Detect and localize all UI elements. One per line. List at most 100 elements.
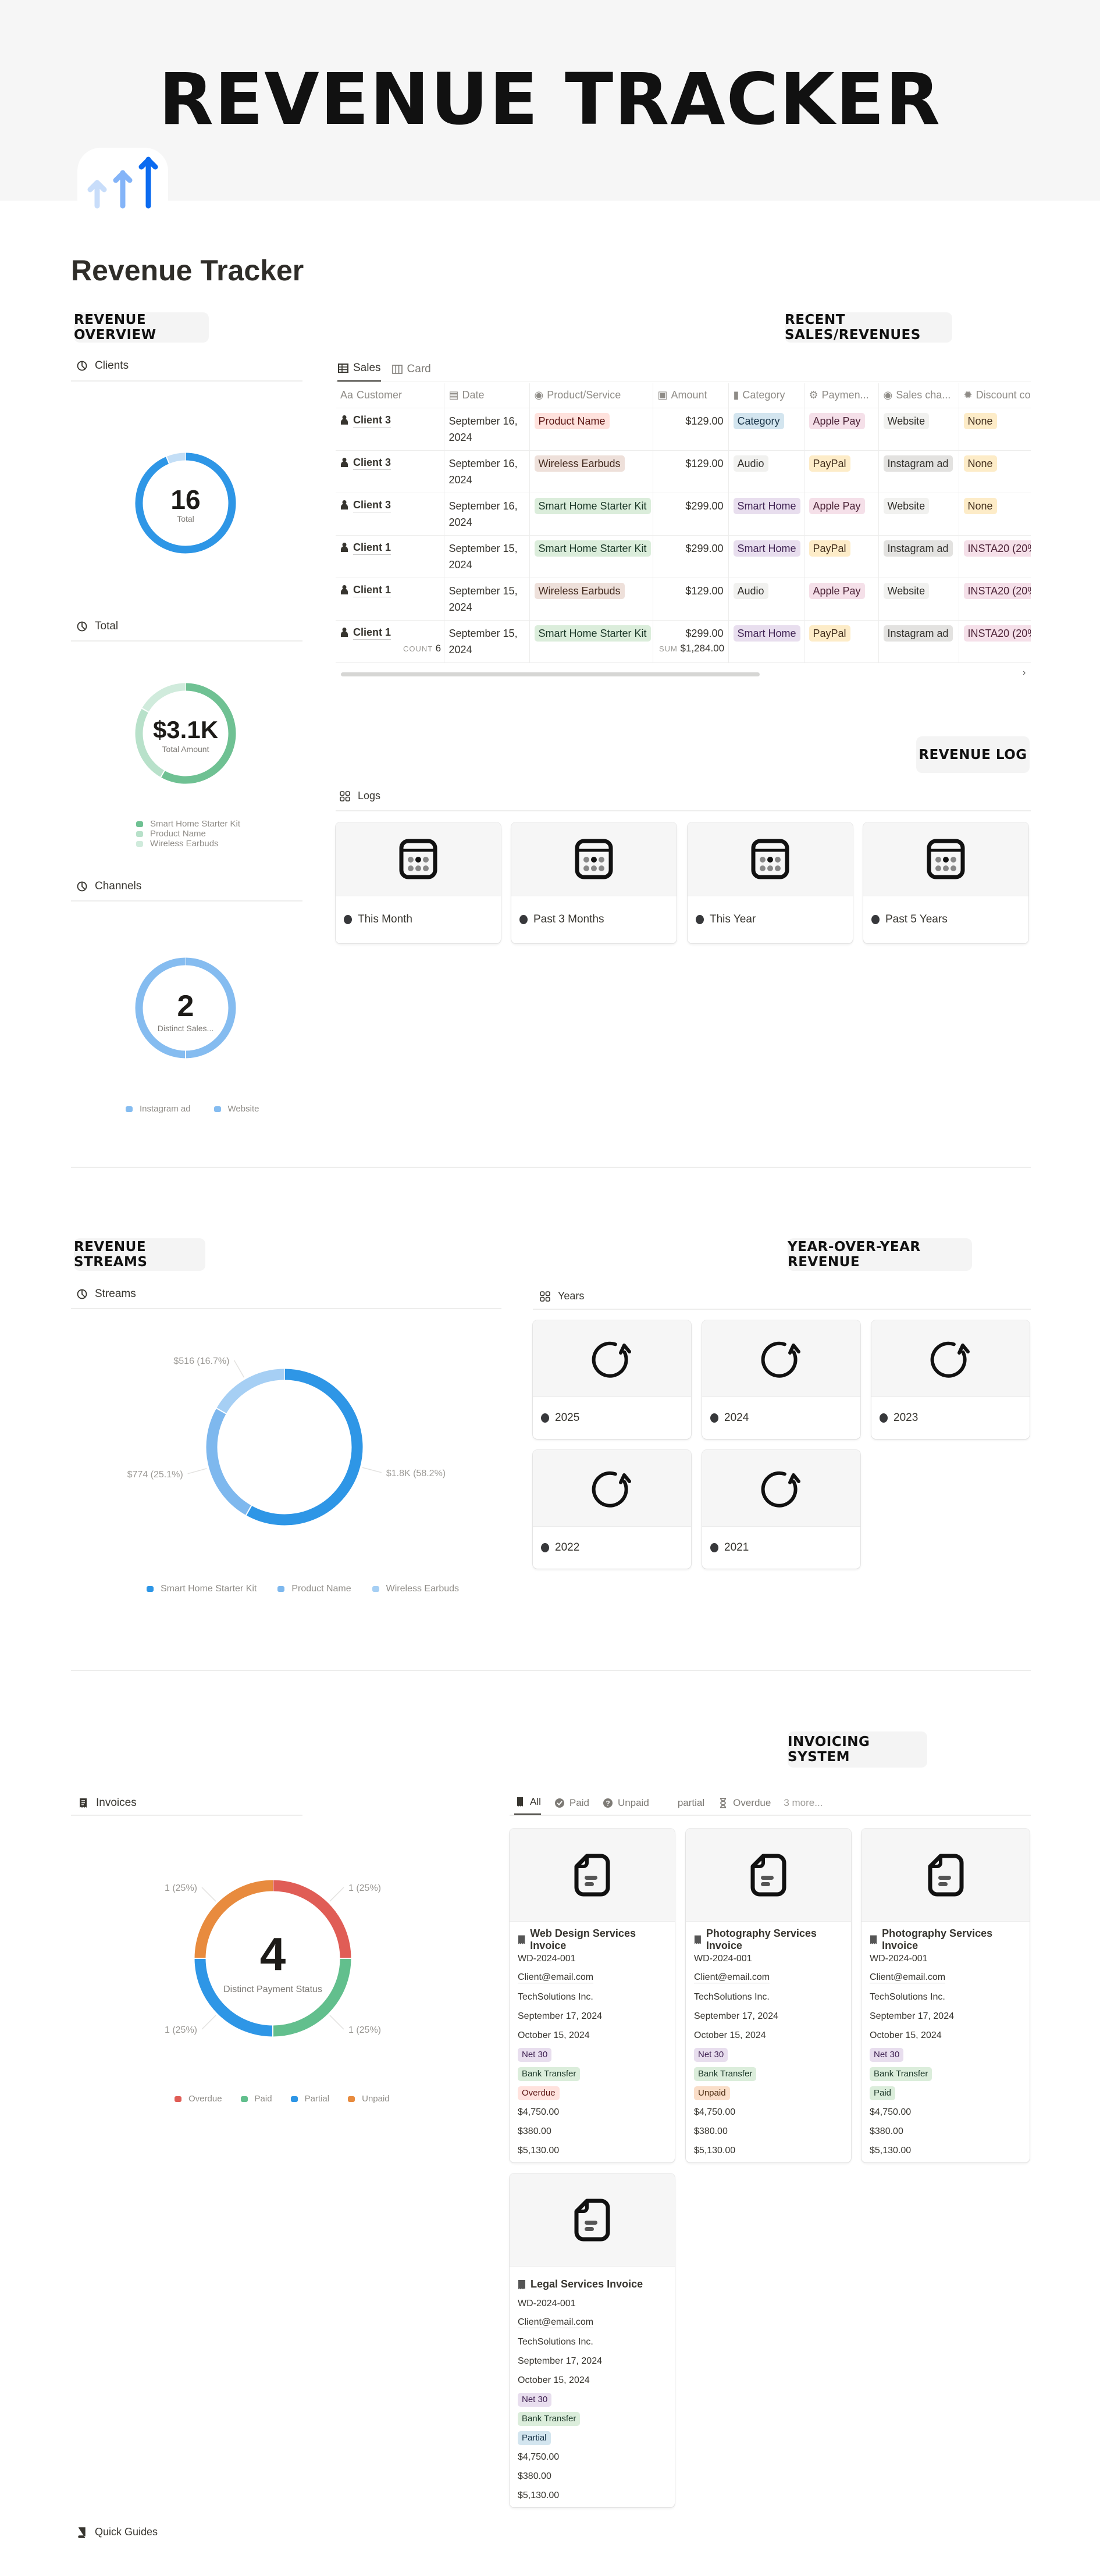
cell-sales-channel[interactable]: Website xyxy=(878,577,959,621)
cell-customer[interactable]: Client 1 xyxy=(336,619,444,663)
legend-item[interactable]: Instagram ad xyxy=(126,1104,191,1114)
cell-category[interactable]: Smart Home xyxy=(728,535,804,578)
client-email[interactable]: Client@email.com xyxy=(518,2313,667,2332)
table-row[interactable]: Client 1 September 15, 2024 Smart Home Star… xyxy=(336,619,1031,663)
table-row[interactable]: Client 3 September 16, 2024 Smart Home Star… xyxy=(336,492,1031,536)
cell-product[interactable]: Smart Home Starter Kit xyxy=(529,619,653,663)
cell-sales-channel[interactable]: Instagram ad xyxy=(878,619,959,663)
year-card[interactable]: 2023 xyxy=(871,1320,1030,1439)
legend-item[interactable]: Partial xyxy=(290,2094,329,2104)
filter-tab-overdue[interactable]: Overdue xyxy=(717,1797,771,1815)
cell-category[interactable]: Audio xyxy=(728,577,804,621)
cell-sales-channel[interactable]: Website xyxy=(878,407,959,451)
cell-sales-channel[interactable]: Website xyxy=(878,492,959,536)
cell-category[interactable]: Audio xyxy=(728,450,804,493)
cell-date[interactable]: September 16, 2024 xyxy=(443,450,530,493)
client-email[interactable]: Client@email.com xyxy=(694,1968,843,1987)
cell-category[interactable]: Category xyxy=(728,407,804,451)
cell-date[interactable]: September 15, 2024 xyxy=(443,619,530,663)
cell-product[interactable]: Smart Home Starter Kit xyxy=(529,535,653,578)
more-filters-button[interactable]: 3 more... xyxy=(784,1797,823,1815)
filter-tab-partial[interactable]: partial xyxy=(662,1797,704,1815)
cell-customer[interactable]: Client 1 xyxy=(336,577,444,621)
cell-amount[interactable]: $129.00 xyxy=(652,577,729,621)
quick-guides-link[interactable]: Quick Guides xyxy=(76,2526,158,2538)
scroll-right-icon[interactable]: › xyxy=(1023,668,1026,678)
streams-chart-header[interactable]: Streams xyxy=(76,1288,136,1301)
donut-segment[interactable] xyxy=(206,1408,252,1516)
cell-sales-channel[interactable]: Instagram ad xyxy=(878,535,959,578)
client-email[interactable]: Client@email.com xyxy=(518,1968,667,1987)
legend-item[interactable]: Smart Home Starter Kit xyxy=(136,819,240,829)
cell-discount[interactable]: INSTA20 (20% xyxy=(958,535,1031,578)
log-card[interactable]: Past 3 Months xyxy=(511,822,677,943)
invoice-card[interactable]: Photography Services Invoice WD-2024-001… xyxy=(862,1829,1030,2162)
year-card[interactable]: 2024 xyxy=(702,1320,860,1439)
invoice-card[interactable]: Web Design Services Invoice WD-2024-001 … xyxy=(510,1829,675,2162)
horizontal-scrollbar[interactable] xyxy=(341,672,760,676)
cell-payment[interactable]: PayPal xyxy=(803,450,879,493)
cell-amount[interactable]: $129.00 xyxy=(652,450,729,493)
cell-product[interactable]: Wireless Earbuds xyxy=(529,450,653,493)
legend-item[interactable]: Smart Home Starter Kit xyxy=(147,1584,257,1594)
cell-customer[interactable]: Client 3 xyxy=(336,450,444,493)
year-card[interactable]: 2022 xyxy=(533,1450,691,1569)
cell-date[interactable]: September 15, 2024 xyxy=(443,577,530,621)
total-chart-header[interactable]: Total xyxy=(76,620,118,633)
donut-segment[interactable] xyxy=(216,1369,285,1414)
cell-amount[interactable]: $299.00 xyxy=(652,492,729,536)
invoice-card[interactable]: Legal Services Invoice WD-2024-001 Clien… xyxy=(510,2174,675,2507)
log-card[interactable]: This Month xyxy=(336,822,501,943)
donut-segment[interactable] xyxy=(166,453,186,464)
legend-item[interactable]: Unpaid xyxy=(348,2094,390,2104)
legend-item[interactable]: Paid xyxy=(240,2094,272,2104)
table-row[interactable]: Client 1 September 15, 2024 Wireless Earbud… xyxy=(336,577,1031,621)
table-row[interactable]: Client 3 September 16, 2024 Wireless Earbud… xyxy=(336,450,1031,493)
cell-customer[interactable]: Client 1 xyxy=(336,535,444,578)
cell-amount[interactable]: $299.00 xyxy=(652,619,729,663)
column-header[interactable]: ◉ Product/Service xyxy=(529,383,653,408)
cell-sales-channel[interactable]: Instagram ad xyxy=(878,450,959,493)
cell-date[interactable]: September 15, 2024 xyxy=(443,535,530,578)
column-header[interactable]: Aa Customer xyxy=(336,383,444,408)
cell-category[interactable]: Smart Home xyxy=(728,619,804,663)
cell-payment[interactable]: PayPal xyxy=(803,535,879,578)
cell-discount[interactable]: INSTA20 (20% xyxy=(958,577,1031,621)
cell-date[interactable]: September 16, 2024 xyxy=(443,407,530,451)
legend-item[interactable]: Product Name xyxy=(277,1584,351,1594)
cell-payment[interactable]: Apple Pay xyxy=(803,577,879,621)
sum-summary[interactable]: SUM $1,284.00 xyxy=(659,643,724,654)
column-header[interactable]: ▣ Amount xyxy=(652,383,729,408)
column-header[interactable]: ◉ Sales cha... xyxy=(878,383,959,408)
filter-tab-paid[interactable]: Paid xyxy=(554,1797,589,1815)
log-card[interactable]: This Year xyxy=(688,822,853,943)
cell-discount[interactable]: None xyxy=(958,492,1031,536)
filter-tab-all[interactable]: All xyxy=(514,1796,541,1815)
column-header[interactable]: ⚙ Paymen... xyxy=(803,383,879,408)
logs-view-header[interactable]: Logs xyxy=(339,790,380,802)
legend-item[interactable]: Overdue xyxy=(175,2094,222,2104)
cell-payment[interactable]: PayPal xyxy=(803,619,879,663)
cell-payment[interactable]: Apple Pay xyxy=(803,407,879,451)
client-email[interactable]: Client@email.com xyxy=(870,1968,1021,1987)
table-row[interactable]: Client 1 September 15, 2024 Smart Home Star… xyxy=(336,535,1031,578)
legend-item[interactable]: Wireless Earbuds xyxy=(372,1584,459,1594)
donut-segment[interactable] xyxy=(245,1369,363,1526)
count-summary[interactable]: COUNT 6 xyxy=(403,643,442,654)
table-row[interactable]: Client 3 September 16, 2024 Product Name $12… xyxy=(336,407,1031,451)
page-icon[interactable] xyxy=(77,148,168,235)
cell-discount[interactable]: None xyxy=(958,407,1031,451)
cell-discount[interactable]: None xyxy=(958,450,1031,493)
legend-item[interactable]: Wireless Earbuds xyxy=(136,839,240,849)
legend-item[interactable]: Website xyxy=(213,1104,259,1114)
cell-customer[interactable]: Client 3 xyxy=(336,407,444,451)
column-header[interactable]: ✹ Discount co xyxy=(958,383,1031,408)
cell-customer[interactable]: Client 3 xyxy=(336,492,444,536)
invoices-chart-header[interactable]: Invoices xyxy=(77,1797,137,1809)
years-view-header[interactable]: Years xyxy=(539,1290,584,1302)
cell-amount[interactable]: $129.00 xyxy=(652,407,729,451)
invoice-card[interactable]: Photography Services Invoice WD-2024-001… xyxy=(686,1829,851,2162)
column-header[interactable]: ▤ Date xyxy=(443,383,530,408)
cell-product[interactable]: Wireless Earbuds xyxy=(529,577,653,621)
cell-amount[interactable]: $299.00 xyxy=(652,535,729,578)
